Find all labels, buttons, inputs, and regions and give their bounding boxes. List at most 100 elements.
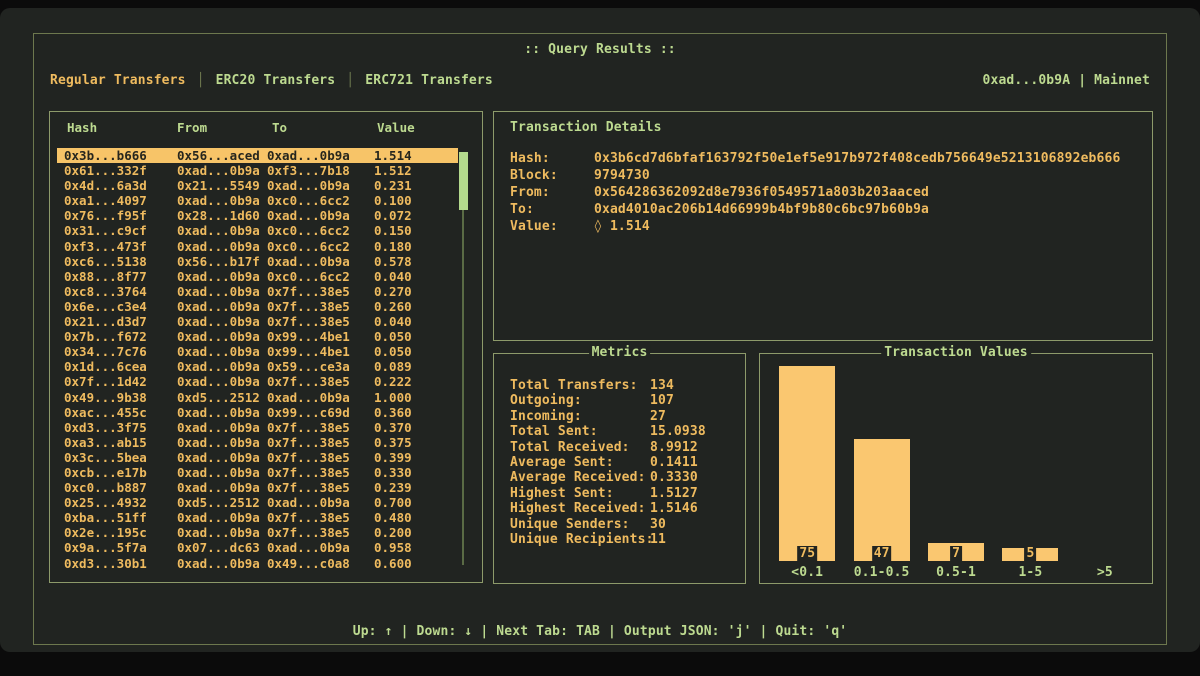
tab-erc721-transfers[interactable]: ERC721 Transfers	[365, 73, 493, 88]
table-row[interactable]: 0x61...332f0xad...0b9a0xf3...7b181.512	[57, 163, 458, 178]
table-row[interactable]: 0x49...9b38 0xd5...2512 0xad...0b9a 1.000	[57, 390, 458, 405]
table-row[interactable]: 0x3b...b6660x56...aced0xad...0b9a1.514	[57, 148, 458, 163]
cell-to: 0xad...0b9a	[267, 208, 350, 223]
tab-separator: │	[346, 73, 354, 88]
cell-value: 0.399	[374, 450, 412, 465]
column-header-value: Value	[377, 120, 415, 135]
metric-value: 27	[650, 409, 666, 424]
transaction-details-panel: Transaction Details Hash:0x3b6cd7d6bfaf1…	[493, 111, 1153, 341]
table-header: Hash From To Value	[50, 120, 482, 136]
table-row[interactable]: 0xa3...ab150xad...0b9a0x7f...38e50.375	[57, 435, 458, 450]
metric-item: Total Received:8.9912	[510, 440, 737, 455]
details-title: Transaction Details	[510, 120, 662, 135]
table-row[interactable]: 0x6e...c3e40xad...0b9a0x7f...38e50.260	[57, 299, 458, 314]
table-row[interactable]: 0x7f...1d420xad...0b9a0x7f...38e50.222	[57, 374, 458, 389]
table-row[interactable]: 0xc6...51380x56...b17f0xad...0b9a0.578	[57, 254, 458, 269]
metric-label: Total Sent:	[510, 424, 650, 439]
table-row[interactable]: 0x4d...6a3d0x21...55490xad...0b9a0.231	[57, 178, 458, 193]
metric-label: Unique Senders:	[510, 517, 650, 532]
table-row[interactable]: 0xa1...40970xad...0b9a0xc0...6cc20.100	[57, 193, 458, 208]
table-row[interactable]: 0x25...49320xd5...25120xad...0b9a0.700	[57, 495, 458, 510]
metric-label: Highest Received:	[510, 501, 650, 516]
bar	[854, 439, 910, 561]
metric-value: 11	[650, 532, 666, 547]
table-row[interactable]: 0x21...d3d70xad...0b9a0x7f...38e50.040	[57, 314, 458, 329]
cell-value: 0.180	[374, 239, 412, 254]
cell-value: 0.330	[374, 465, 412, 480]
cell-hash: 0x49...9b38	[64, 390, 147, 405]
metric-label: Average Sent:	[510, 455, 650, 470]
table-row[interactable]: 0xc8...37640xad...0b9a0x7f...38e50.270	[57, 284, 458, 299]
tab-regular-transfers[interactable]: Regular Transfers	[50, 73, 186, 88]
cell-to: 0xc0...6cc2	[267, 269, 350, 284]
table-row[interactable]: 0x3c...5bea0xad...0b9a0x7f...38e50.399	[57, 450, 458, 465]
table-row[interactable]: 0x76...f95f0x28...1d600xad...0b9a0.072	[57, 208, 458, 223]
cell-from: 0x07...dc63	[177, 540, 260, 555]
cell-to: 0x99...4be1	[267, 329, 350, 344]
table-row[interactable]: 0xcb...e17b0xad...0b9a0x7f...38e50.330	[57, 465, 458, 480]
scrollbar-thumb[interactable]	[459, 152, 468, 210]
cell-hash: 0x1d...6cea	[64, 359, 147, 374]
cell-to: 0x7f...38e5	[267, 465, 350, 480]
cell-from: 0xd5...2512	[177, 495, 260, 510]
cell-value: 1.000	[374, 390, 412, 405]
bar-slot: 5	[993, 366, 1067, 561]
table-row[interactable]: 0xd3...30b10xad...0b9a0x49...c0a80.600	[57, 556, 458, 571]
table-scrollbar[interactable]	[455, 112, 471, 582]
tab-erc20-transfers[interactable]: ERC20 Transfers	[216, 73, 336, 88]
scrollbar-track[interactable]	[462, 210, 464, 565]
column-header-from: From	[177, 120, 207, 135]
metric-value: 0.1411	[650, 455, 698, 470]
cell-to: 0xad...0b9a	[267, 540, 350, 555]
cell-from: 0xd5...2512	[177, 390, 260, 405]
metric-value: 1.5127	[650, 486, 698, 501]
table-row[interactable]: 0x88...8f770xad...0b9a0xc0...6cc20.040	[57, 269, 458, 284]
cell-to: 0xad...0b9a	[267, 178, 350, 193]
detail-field-label: From:	[510, 184, 594, 201]
chart-plot-area: 754775	[770, 366, 1142, 561]
table-row[interactable]: 0x2e...195c0xad...0b9a0x7f...38e50.200	[57, 525, 458, 540]
detail-field-value: 0xad4010ac206b14d66999b4bf9b80c6bc97b60b…	[594, 201, 929, 218]
cell-value: 0.480	[374, 510, 412, 525]
metric-label: Incoming:	[510, 409, 650, 424]
chart-x-axis: <0.10.1-0.50.5-11-5>5	[770, 565, 1142, 580]
table-row[interactable]: 0x31...c9cf0xad...0b9a0xc0...6cc20.150	[57, 223, 458, 238]
cell-to: 0x7f...38e5	[267, 284, 350, 299]
table-row[interactable]: 0x9a...5f7a0x07...dc630xad...0b9a0.958	[57, 540, 458, 555]
table-row[interactable]: 0x1d...6cea0xad...0b9a0x59...ce3a0.089	[57, 359, 458, 374]
cell-hash: 0xa1...4097	[64, 193, 147, 208]
x-axis-label: 1-5	[993, 565, 1067, 580]
x-axis-label: 0.1-0.5	[844, 565, 918, 580]
cell-to: 0xc0...6cc2	[267, 223, 350, 238]
metric-item: Unique Recipients:11	[510, 532, 737, 547]
detail-field-value: 9794730	[594, 167, 650, 184]
table-row[interactable]: 0x34...7c760xad...0b9a0x99...4be10.050	[57, 344, 458, 359]
bar-slot: 47	[844, 366, 918, 561]
detail-field-value: 0x564286362092d8e7936f0549571a803b203aac…	[594, 184, 929, 201]
cell-hash: 0x34...7c76	[64, 344, 147, 359]
cell-to: 0xc0...6cc2	[267, 239, 350, 254]
table-row[interactable]: 0xf3...473f0xad...0b9a0xc0...6cc20.180	[57, 239, 458, 254]
table-row[interactable]: 0xac...455c0xad...0b9a0x99...c69d0.360	[57, 405, 458, 420]
cell-value: 0.040	[374, 314, 412, 329]
cell-value: 0.375	[374, 435, 412, 450]
cell-to: 0x59...ce3a	[267, 359, 350, 374]
cell-value: 0.100	[374, 193, 412, 208]
table-row[interactable]: 0xba...51ff0xad...0b9a0x7f...38e50.480	[57, 510, 458, 525]
cell-hash: 0x3b...b666	[64, 148, 147, 163]
cell-hash: 0x61...332f	[64, 163, 147, 178]
table-row[interactable]: 0xc0...b8870xad...0b9a0x7f...38e50.239	[57, 480, 458, 495]
metric-item: Average Sent:0.1411	[510, 455, 737, 470]
metric-item: Unique Senders:30	[510, 517, 737, 532]
detail-field: From:0x564286362092d8e7936f0549571a803b2…	[510, 184, 1142, 201]
table-row[interactable]: 0xd3...3f750xad...0b9a0x7f...38e50.370	[57, 420, 458, 435]
cell-value: 1.514	[374, 148, 412, 163]
cell-to: 0xf3...7b18	[267, 163, 350, 178]
cell-from: 0x56...aced	[177, 148, 260, 163]
cell-hash: 0x2e...195c	[64, 525, 147, 540]
metric-value: 30	[650, 517, 666, 532]
cell-to: 0x7f...38e5	[267, 510, 350, 525]
cell-hash: 0x88...8f77	[64, 269, 147, 284]
table-row[interactable]: 0x7b...f6720xad...0b9a0x99...4be10.050	[57, 329, 458, 344]
cell-to: 0xad...0b9a	[267, 390, 350, 405]
